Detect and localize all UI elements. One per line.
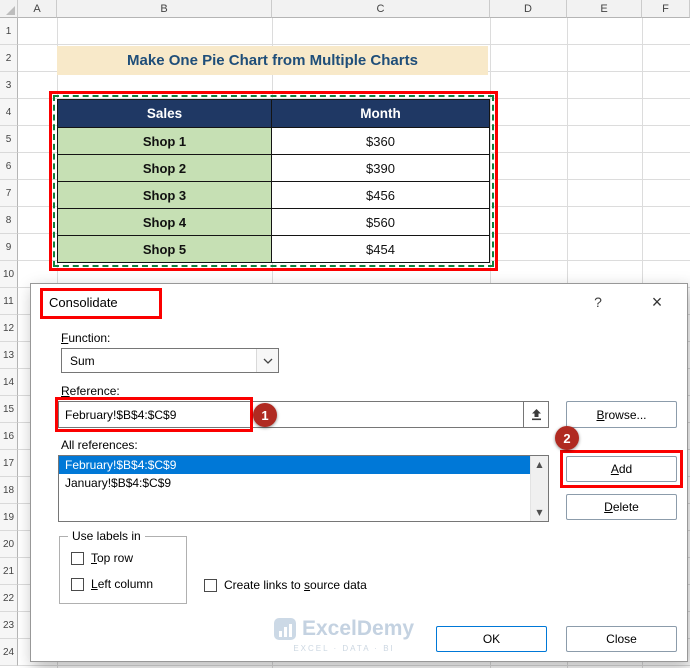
row-header[interactable]: 7 (0, 180, 18, 207)
row-header[interactable]: 18 (0, 477, 18, 504)
row-header[interactable]: 4 (0, 99, 18, 126)
row-headers: 1 2 3 4 5 6 7 8 9 10 11 12 13 14 15 16 1… (0, 18, 18, 666)
reference-label: Reference: (61, 384, 120, 398)
reference-inputbox (58, 401, 549, 428)
ok-button[interactable]: OK (436, 626, 547, 652)
delete-button[interactable]: Delete (566, 494, 677, 520)
all-references-label: All references: (61, 438, 138, 452)
row-header[interactable]: 10 (0, 261, 18, 288)
step-1-badge: 1 (253, 403, 277, 427)
sheet-title: Make One Pie Chart from Multiple Charts (57, 46, 488, 75)
row-header[interactable]: 14 (0, 369, 18, 396)
reference-input[interactable] (59, 402, 523, 427)
function-label: Function: (61, 331, 111, 345)
row-header[interactable]: 2 (0, 45, 18, 72)
selection-marching-ants (53, 95, 494, 267)
close-dialog-button[interactable]: Close (566, 626, 677, 652)
watermark-name: ExcelDemy (302, 617, 415, 640)
row-header[interactable]: 21 (0, 558, 18, 585)
left-column-checkbox[interactable] (71, 577, 84, 591)
left-column-option[interactable]: Left column (71, 577, 153, 591)
excel-window: A B C D E F 1 2 3 4 5 6 7 8 9 10 11 12 1… (0, 0, 690, 668)
exceldemy-logo-icon (274, 618, 296, 640)
row-header[interactable]: 8 (0, 207, 18, 234)
consolidate-dialog: Consolidate ? × Function: Sum Reference:… (30, 283, 688, 662)
all-references-list[interactable]: February!$B$4:$C$9 January!$B$4:$C$9 ▲ ▼ (58, 455, 549, 522)
reference-item-selected[interactable]: February!$B$4:$C$9 (59, 456, 531, 474)
collapse-dialog-icon[interactable] (523, 402, 548, 427)
row-header[interactable]: 19 (0, 504, 18, 531)
row-header[interactable]: 24 (0, 639, 18, 666)
step-2-badge: 2 (555, 426, 579, 450)
row-header[interactable]: 12 (0, 315, 18, 342)
row-header[interactable]: 1 (0, 18, 18, 45)
create-links-option[interactable]: Create links to source data (204, 578, 367, 592)
row-header[interactable]: 20 (0, 531, 18, 558)
create-links-label: Create links to source data (224, 578, 367, 592)
chevron-down-icon[interactable] (256, 349, 278, 372)
scroll-down-icon[interactable]: ▼ (531, 508, 548, 517)
row-header[interactable]: 5 (0, 126, 18, 153)
use-labels-legend: Use labels in (68, 529, 145, 543)
left-column-label: Left column (91, 577, 154, 591)
watermark-tagline: EXCEL · DATA · BI (293, 644, 395, 653)
column-headers: A B C D E F (0, 0, 690, 18)
top-row-label: Top row (91, 551, 134, 565)
create-links-checkbox[interactable] (204, 578, 217, 592)
col-header-e[interactable]: E (567, 0, 642, 18)
top-row-checkbox[interactable] (71, 551, 84, 565)
function-dropdown[interactable]: Sum (61, 348, 279, 373)
scroll-up-icon[interactable]: ▲ (531, 460, 548, 469)
row-header[interactable]: 17 (0, 450, 18, 477)
use-labels-group: Use labels in (59, 529, 187, 604)
col-header-f[interactable]: F (642, 0, 690, 18)
row-header[interactable]: 9 (0, 234, 18, 261)
row-header[interactable]: 3 (0, 72, 18, 99)
select-all-corner[interactable] (0, 0, 18, 18)
help-icon[interactable]: ? (583, 290, 613, 314)
col-header-d[interactable]: D (490, 0, 567, 18)
function-selected-value: Sum (70, 353, 95, 368)
row-header[interactable]: 16 (0, 423, 18, 450)
close-icon[interactable]: × (641, 289, 673, 315)
row-header[interactable]: 13 (0, 342, 18, 369)
list-scrollbar[interactable]: ▲ ▼ (530, 456, 548, 521)
select-all-triangle-icon (6, 6, 15, 15)
add-button[interactable]: Add (566, 456, 677, 482)
watermark: ExcelDemy EXCEL · DATA · BI (274, 617, 414, 653)
top-row-option[interactable]: Top row (71, 551, 133, 565)
row-header[interactable]: 23 (0, 612, 18, 639)
row-header[interactable]: 22 (0, 585, 18, 612)
row-header[interactable]: 11 (0, 288, 18, 315)
reference-item[interactable]: January!$B$4:$C$9 (59, 474, 531, 492)
col-header-a[interactable]: A (18, 0, 57, 18)
browse-button[interactable]: Browse... (566, 401, 677, 428)
dialog-title: Consolidate (49, 295, 118, 310)
row-header[interactable]: 6 (0, 153, 18, 180)
col-header-c[interactable]: C (272, 0, 490, 18)
row-header[interactable]: 15 (0, 396, 18, 423)
col-header-b[interactable]: B (57, 0, 272, 18)
